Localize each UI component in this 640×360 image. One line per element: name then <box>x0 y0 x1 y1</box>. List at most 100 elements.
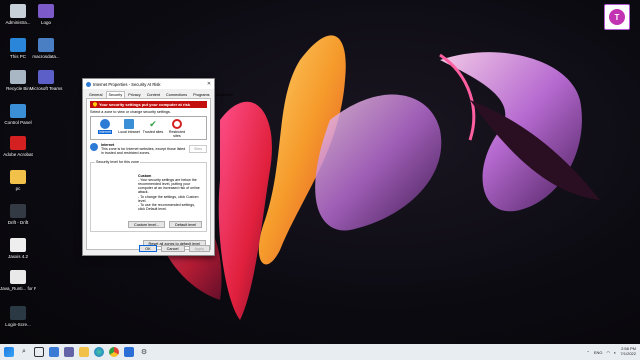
checkmark-icon: ✔ <box>149 119 157 129</box>
desktop-icon-label: Adobe Acrobat <box>3 152 33 157</box>
zone-label: Trusted sites <box>142 130 164 134</box>
desktop-icon-adobe-acrobat[interactable]: Adobe Acrobat <box>0 136 36 157</box>
sites-button: Sites <box>189 145 207 153</box>
tab-security[interactable]: Security <box>105 91 126 98</box>
network-icon[interactable]: ◠ <box>607 350 611 355</box>
intranet-icon <box>124 119 134 129</box>
desktop-icon-logo[interactable]: Logo <box>28 4 64 25</box>
folder-icon <box>38 4 54 18</box>
select-zone-label: Select a zone to view or change security… <box>90 110 171 114</box>
dialog-title: Internet Properties - Security At Risk <box>93 81 161 87</box>
widgets-icon[interactable] <box>49 347 59 357</box>
globe-icon <box>100 119 110 129</box>
logo-mark-icon: T <box>609 9 625 25</box>
security-level-legend: Security level for this zone <box>95 159 141 164</box>
tab-programs[interactable]: Programs <box>190 91 212 98</box>
desktop-icon-jaxxis[interactable]: Jaxxis 4.2 <box>0 238 36 259</box>
custom-level-button[interactable]: Custom level... <box>127 220 166 228</box>
zone-label: Restricted sites <box>168 130 186 138</box>
desktop-icon-label: Logo <box>40 20 51 25</box>
volume-icon[interactable]: 🔈︎ <box>614 350 616 355</box>
clock[interactable]: 2:58 PM 7/1/2022 <box>620 347 636 356</box>
dialog-footer: OK Cancel Apply <box>139 245 210 252</box>
control-panel-icon <box>10 104 26 118</box>
zone-description-block: Internet This zone is for Internet websi… <box>101 143 189 156</box>
acrobat-icon <box>10 136 26 150</box>
dialog-tabs: General Security Privacy Content Connect… <box>83 89 232 98</box>
security-warning-text: Your security settings put your computer… <box>99 102 191 107</box>
desktop-icon-login-screen[interactable]: Login-Scre... <box>0 306 36 327</box>
tab-content[interactable]: Content <box>144 91 163 98</box>
tab-advanced[interactable]: Advanced <box>213 91 236 98</box>
desktop-icon-macrosdata[interactable]: macrosdata... <box>28 38 64 59</box>
close-button[interactable]: ✕ <box>204 81 214 87</box>
internet-options-icon <box>86 81 91 87</box>
app-icon <box>10 306 26 320</box>
zone-local-intranet[interactable]: Local intranet <box>117 119 141 139</box>
recycle-bin-icon <box>10 70 26 84</box>
security-level-group: Security level for this zone Custom - Yo… <box>90 159 207 232</box>
chrome-icon[interactable] <box>109 347 119 357</box>
search-icon[interactable]: ⌕ <box>19 347 29 357</box>
zone-internet[interactable]: Internet <box>93 119 117 139</box>
custom-line: - To change the settings, click Custom l… <box>138 194 199 203</box>
desktop-icon-label: Microsoft Teams <box>29 86 63 91</box>
zone-list: Internet Local intranet ✔ Trusted sites … <box>90 116 207 140</box>
desktop-icon-label: Drift - Drift <box>7 220 29 225</box>
system-tray: ⌃ ENG ◠ 🔈︎ 2:58 PM 7/1/2022 <box>586 347 636 356</box>
level-buttons: Custom level... Default level <box>127 220 202 228</box>
desktop-icon-label: Java_Runti... for PFMS <box>0 286 36 291</box>
custom-line: - To use the recommended settings, click… <box>138 203 196 212</box>
dialog-titlebar[interactable]: Internet Properties - Security At Risk ✕ <box>83 79 214 89</box>
zone-description: This zone is for Internet websites, exce… <box>101 147 186 156</box>
desktop-icon-label: Jaxxis 4.2 <box>7 254 28 259</box>
security-warning-bar: Your security settings put your computer… <box>90 101 207 108</box>
language-indicator[interactable]: ENG <box>594 350 603 355</box>
zone-restricted-sites[interactable]: Restricted sites <box>165 119 189 139</box>
security-panel: Your security settings put your computer… <box>86 98 211 250</box>
zone-info: Internet This zone is for Internet websi… <box>90 143 207 156</box>
desktop-icon-label: Login-Scre... <box>5 322 31 327</box>
warning-shield-icon <box>93 102 97 107</box>
desktop-icon-drift[interactable]: Drift - Drift <box>0 204 36 225</box>
default-level-button[interactable]: Default level <box>169 220 202 228</box>
settings-gear-icon[interactable]: ⚙ <box>139 347 149 357</box>
tab-privacy[interactable]: Privacy <box>125 91 143 98</box>
windows-start-icon[interactable] <box>4 347 14 357</box>
folder-icon <box>10 170 26 184</box>
ok-button[interactable]: OK <box>139 245 157 252</box>
app-icon <box>10 238 26 252</box>
computer-icon <box>10 38 26 52</box>
desktop-icon-label: Control Panel <box>4 120 32 125</box>
custom-line: - Your security settings are below the r… <box>138 177 200 195</box>
cancel-button[interactable]: Cancel <box>160 245 185 252</box>
no-entry-icon <box>172 119 182 129</box>
desktop-icon-control-panel[interactable]: Control Panel <box>0 104 36 125</box>
tab-general[interactable]: General <box>86 91 106 98</box>
teams-icon <box>38 70 54 84</box>
desktop-icon-java-runtime[interactable]: Java_Runti... for PFMS <box>0 270 36 291</box>
file-explorer-icon[interactable] <box>79 347 89 357</box>
zone-label: Internet <box>97 130 113 134</box>
edge-icon[interactable] <box>94 347 104 357</box>
desktop-icon-pc-folder[interactable]: pc <box>0 170 36 191</box>
clock-date: 7/1/2022 <box>620 351 636 356</box>
admin-tools-icon <box>10 4 26 18</box>
taskbar: ⌕ ⚙ ⌃ ENG ◠ 🔈︎ 2:58 PM 7/1/2022 <box>0 344 640 360</box>
internet-properties-dialog: Internet Properties - Security At Risk ✕… <box>82 78 232 256</box>
chevron-up-icon[interactable]: ⌃ <box>586 350 589 355</box>
store-icon[interactable] <box>124 347 134 357</box>
desktop-icon-microsoft-teams[interactable]: Microsoft Teams <box>28 70 64 91</box>
globe-icon <box>90 143 98 151</box>
app-icon <box>10 204 26 218</box>
java-icon <box>10 270 26 284</box>
zone-label: Local intranet <box>118 130 140 134</box>
file-icon <box>38 38 54 52</box>
zone-trusted-sites[interactable]: ✔ Trusted sites <box>141 119 165 139</box>
desktop-icon-label: macrosdata... <box>32 54 60 59</box>
apply-button: Apply <box>188 245 210 252</box>
chat-icon[interactable] <box>64 347 74 357</box>
tab-connections[interactable]: Connections <box>163 91 190 98</box>
task-view-icon[interactable] <box>34 347 44 357</box>
channel-logo: T <box>604 4 630 30</box>
